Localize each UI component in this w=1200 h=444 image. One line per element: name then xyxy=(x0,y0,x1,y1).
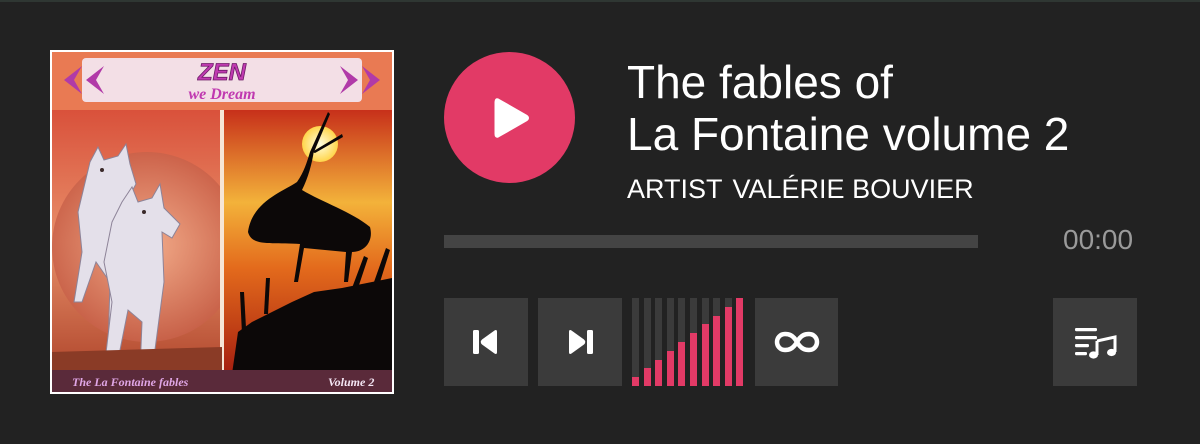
progress-bar[interactable] xyxy=(444,235,978,248)
track-title-line2: La Fontaine volume 2 xyxy=(627,108,1070,160)
volume-bar[interactable] xyxy=(724,298,732,386)
cover-caption: The La Fontaine fables xyxy=(72,375,189,389)
skip-next-icon xyxy=(569,330,593,354)
play-button[interactable] xyxy=(444,52,575,183)
volume-bar-fill xyxy=(724,306,732,386)
volume-bar-fill xyxy=(713,315,721,386)
volume-bar-fill xyxy=(678,342,686,386)
skip-previous-icon xyxy=(473,330,497,354)
volume-bar-fill xyxy=(701,324,709,386)
cover-volume-label: Volume 2 xyxy=(328,375,374,389)
album-cover-artwork: ZEN we Dream The La Fontaine fables Volu… xyxy=(52,52,392,392)
cover-subheading: we Dream xyxy=(188,86,255,103)
track-title: The fables of La Fontaine volume 2 xyxy=(627,56,1187,160)
volume-bar[interactable] xyxy=(632,298,639,386)
volume-bar-fill xyxy=(736,298,744,386)
cover-heading: ZEN xyxy=(197,59,247,86)
volume-bar-fill xyxy=(690,333,697,386)
next-button[interactable] xyxy=(538,298,622,386)
volume-bar[interactable] xyxy=(736,298,744,386)
infinity-loop-icon xyxy=(774,331,819,353)
artist-line: ARTIST VALÉRIE BOUVIER xyxy=(627,173,974,205)
volume-bar[interactable] xyxy=(643,298,651,386)
volume-bar-fill xyxy=(632,377,639,386)
time-display: 00:00 xyxy=(1063,224,1134,255)
volume-bar[interactable] xyxy=(678,298,686,386)
previous-button[interactable] xyxy=(444,298,528,386)
volume-bar[interactable] xyxy=(666,298,674,386)
volume-bar[interactable] xyxy=(701,298,709,386)
loop-button[interactable] xyxy=(755,298,838,386)
top-divider xyxy=(0,0,1200,2)
artist-name: VALÉRIE BOUVIER xyxy=(732,174,974,204)
volume-meter[interactable] xyxy=(632,298,745,386)
playlist-button[interactable] xyxy=(1053,298,1137,386)
volume-bar-fill xyxy=(655,359,663,386)
play-icon xyxy=(494,98,529,138)
album-cover: ZEN we Dream The La Fontaine fables Volu… xyxy=(50,50,394,394)
volume-bar-fill xyxy=(666,350,674,386)
volume-bar[interactable] xyxy=(655,298,663,386)
track-title-line1: The fables of xyxy=(627,56,893,108)
playlist-music-icon xyxy=(1075,328,1117,359)
volume-bar[interactable] xyxy=(690,298,697,386)
volume-bar-fill xyxy=(643,368,651,386)
volume-bar[interactable] xyxy=(713,298,721,386)
artist-label: ARTIST xyxy=(627,174,723,204)
